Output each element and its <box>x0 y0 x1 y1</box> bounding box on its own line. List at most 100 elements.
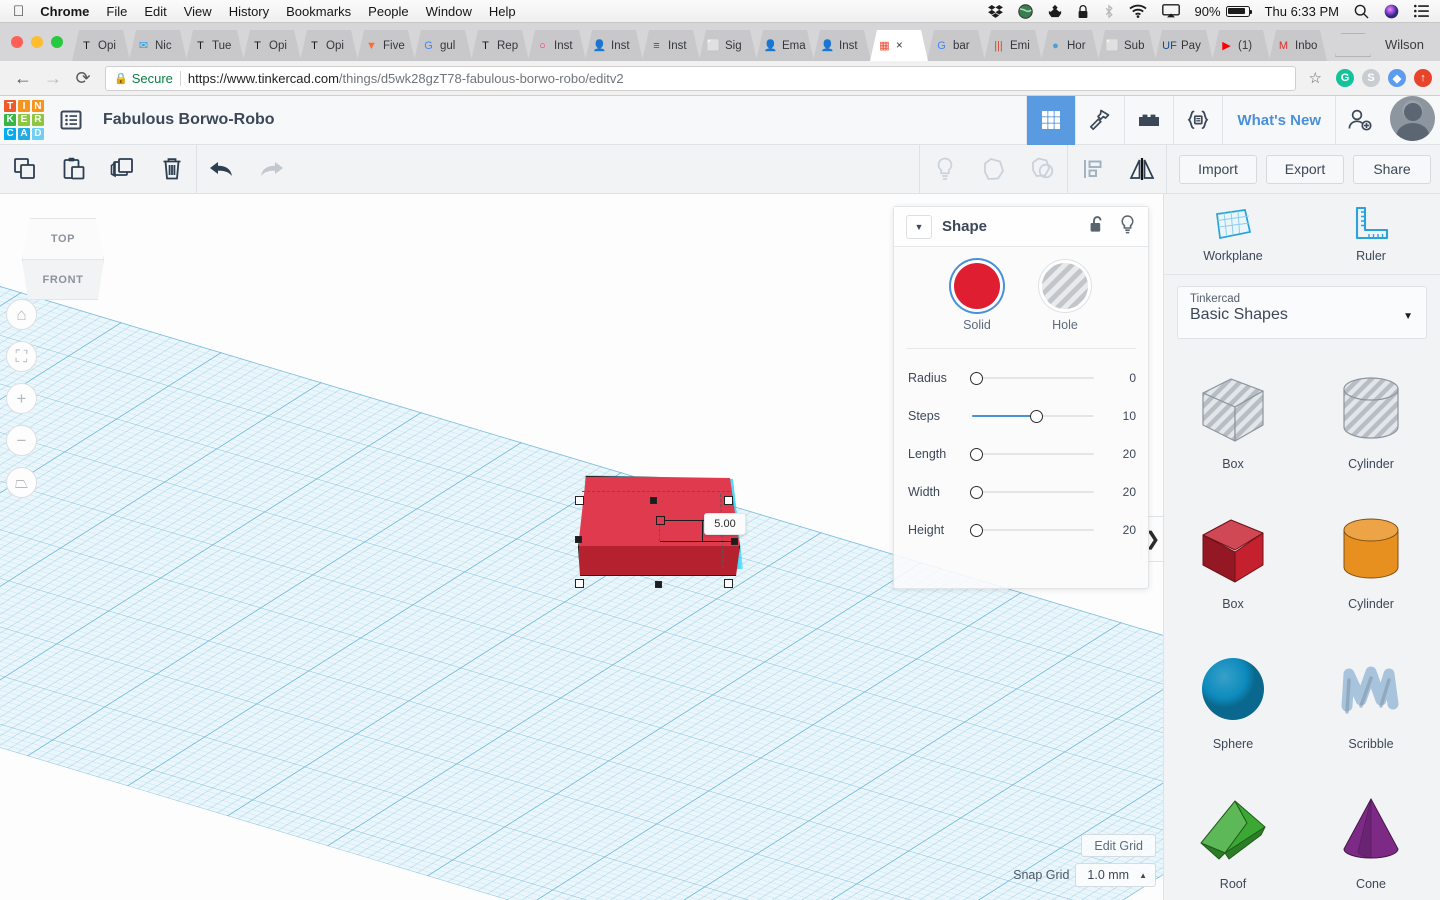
dimension-tooltip[interactable]: 5.00 <box>704 513 746 535</box>
list-menu-icon[interactable] <box>46 96 95 145</box>
edit-grid-button[interactable]: Edit Grid <box>1081 834 1156 857</box>
browser-tab[interactable]: Ggul <box>414 30 472 61</box>
browser-tab[interactable]: ≡ Inst <box>642 30 700 61</box>
solid-color-swatch[interactable] <box>954 263 1000 309</box>
slider-value[interactable]: 10 <box>1106 409 1136 423</box>
redo-icon[interactable] <box>246 145 295 194</box>
height-handle[interactable] <box>656 516 665 525</box>
browser-tab[interactable]: ⬜ Sub <box>1098 30 1156 61</box>
slider-value[interactable]: 20 <box>1106 447 1136 461</box>
caret-down-icon[interactable]: ▼ <box>1403 311 1413 322</box>
slider-knob[interactable] <box>970 524 983 537</box>
slider-value[interactable]: 0 <box>1106 371 1136 385</box>
fit-to-view-icon[interactable]: ⛶ <box>6 341 37 372</box>
back-arrow-icon[interactable]: ← <box>8 63 38 93</box>
resize-handle[interactable] <box>575 496 584 505</box>
profile-name-label[interactable]: Wilson <box>1371 37 1440 61</box>
notification-center-icon[interactable] <box>1414 4 1430 18</box>
maximize-window-button[interactable] <box>51 36 63 48</box>
menu-people[interactable]: People <box>368 4 408 19</box>
export-button[interactable]: Export <box>1266 154 1344 184</box>
slider-knob[interactable] <box>970 486 983 499</box>
resize-handle-mid[interactable] <box>575 536 582 543</box>
ortho-perspective-icon[interactable]: ⏢ <box>6 467 37 498</box>
share-button[interactable]: Share <box>1353 154 1431 184</box>
lock-icon[interactable] <box>1077 4 1089 19</box>
mirror-flip-icon[interactable] <box>1117 145 1166 194</box>
browser-tab[interactable]: ||| Emi <box>984 30 1042 61</box>
bluetooth-icon[interactable] <box>1104 3 1114 19</box>
new-tab-button[interactable] <box>1335 33 1371 57</box>
app-icon[interactable] <box>1048 4 1062 18</box>
menu-window[interactable]: Window <box>426 4 472 19</box>
code-braces-icon[interactable] <box>1173 95 1222 145</box>
unlock-icon[interactable] <box>1089 215 1105 239</box>
browser-tab[interactable]: 👤 Ema <box>756 30 814 61</box>
view-cube-top-face[interactable]: TOP <box>22 218 104 260</box>
browser-tab[interactable]: 👤 Inst <box>585 30 643 61</box>
upload-ext-icon[interactable]: ↑ <box>1414 69 1432 87</box>
browser-tab[interactable]: ▼ Five <box>357 30 415 61</box>
shape-library-item-scribble[interactable]: Scribble <box>1302 632 1440 772</box>
delete-trash-icon[interactable] <box>147 145 196 194</box>
browser-tab[interactable]: ⬜ Sig <box>699 30 757 61</box>
resize-handle-mid[interactable] <box>650 497 657 504</box>
slider-value[interactable]: 20 <box>1106 485 1136 499</box>
shape-library-item-box[interactable]: Box <box>1164 492 1302 632</box>
home-view-icon[interactable]: ⌂ <box>6 299 37 330</box>
view-cube-front-face[interactable]: FRONT <box>22 259 104 300</box>
menu-help[interactable]: Help <box>489 4 516 19</box>
slider-knob[interactable] <box>1029 410 1043 423</box>
slider-knob[interactable] <box>970 448 983 461</box>
grid-view-icon[interactable] <box>1026 95 1076 145</box>
caret-down-icon[interactable]: ▼ <box>906 214 932 239</box>
zoom-in-icon[interactable]: + <box>6 383 37 414</box>
browser-tab[interactable]: ✉ Nic <box>129 30 187 61</box>
skype-icon[interactable]: S <box>1362 69 1380 87</box>
browser-tab[interactable]: 👤 Inst <box>813 30 871 61</box>
view-cube[interactable]: TOP FRONT <box>22 218 104 300</box>
light-bulb-icon[interactable] <box>1119 214 1136 240</box>
selected-shape-object[interactable]: 5.00 <box>571 472 751 588</box>
dropbox-ext-icon[interactable]: ◆ <box>1388 69 1406 87</box>
browser-tab[interactable]: T Rep <box>471 30 529 61</box>
slider-knob[interactable] <box>970 372 983 385</box>
sidebar-item-ruler[interactable]: Ruler <box>1302 194 1440 274</box>
search-icon[interactable] <box>1354 4 1369 19</box>
sidebar-item-workplane[interactable]: Workplane <box>1164 194 1302 274</box>
duplicate-icon[interactable] <box>98 145 147 194</box>
wifi-icon[interactable] <box>1128 4 1147 18</box>
browser-tab[interactable]: M Inbo <box>1269 30 1327 61</box>
close-window-button[interactable] <box>11 36 23 48</box>
page-title[interactable]: Fabulous Borwo-Robo <box>103 111 275 129</box>
browser-tab[interactable]: T Opi <box>243 30 301 61</box>
reload-icon[interactable]: ⟳ <box>68 63 98 93</box>
globe-icon[interactable] <box>1017 3 1033 19</box>
shape-library-item-cylinder[interactable]: Cylinder <box>1302 492 1440 632</box>
grammarly-icon[interactable]: G <box>1336 69 1354 87</box>
airplay-icon[interactable] <box>1161 4 1180 18</box>
hole-pattern-swatch[interactable] <box>1042 263 1088 309</box>
shape-collection-select[interactable]: Tinkercad Basic Shapes ▼ <box>1177 286 1427 339</box>
slider-track[interactable] <box>972 408 1102 424</box>
slider-value[interactable]: 20 <box>1106 523 1136 537</box>
menu-file[interactable]: File <box>106 4 127 19</box>
dropbox-icon[interactable] <box>987 4 1003 18</box>
browser-tab[interactable]: T Tue <box>186 30 244 61</box>
resize-handle[interactable] <box>724 496 733 505</box>
battery-status[interactable]: 90% <box>1195 4 1253 19</box>
hammer-icon[interactable] <box>1075 95 1124 145</box>
shape-library-item-cylinder[interactable]: Cylinder <box>1302 352 1440 492</box>
add-person-icon[interactable] <box>1335 95 1384 145</box>
star-icon[interactable]: ☆ <box>1309 69 1322 87</box>
resize-handle[interactable] <box>724 579 733 588</box>
shape-library-item-box[interactable]: Box <box>1164 352 1302 492</box>
browser-tab[interactable]: UF Pay <box>1155 30 1213 61</box>
whats-new-button[interactable]: What's New <box>1222 95 1335 145</box>
shape-library-item-sphere[interactable]: Sphere <box>1164 632 1302 772</box>
avatar[interactable] <box>1390 95 1435 141</box>
slider-track[interactable] <box>970 446 1102 462</box>
copy-icon[interactable] <box>0 145 49 194</box>
browser-tab[interactable]: ○ Inst <box>528 30 586 61</box>
menu-bookmarks[interactable]: Bookmarks <box>286 4 351 19</box>
